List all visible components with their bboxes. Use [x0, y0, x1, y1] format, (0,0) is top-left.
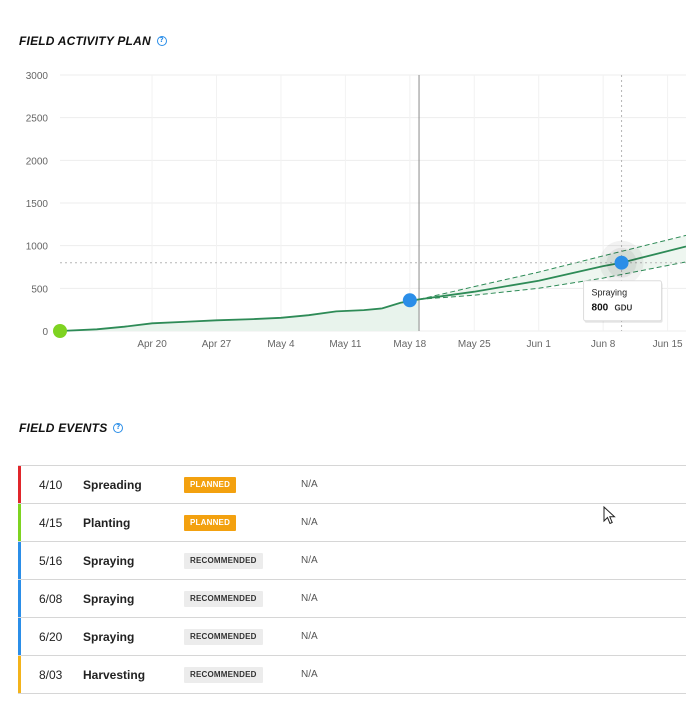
x-tick-label: May 18	[393, 339, 426, 350]
y-tick-label: 1500	[26, 199, 49, 210]
event-date: 4/15	[39, 515, 63, 530]
field-events-title: FIELD EVENTS	[19, 421, 124, 435]
event-date: 6/20	[39, 629, 63, 644]
y-tick-label: 2500	[26, 114, 49, 125]
field-activity-chart: 0 500 1000 1500 2000 2500 3000 Apr 20 Apr 27 May …	[26, 71, 686, 350]
x-tick-label: May 4	[267, 339, 295, 350]
event-date: 5/16	[39, 553, 63, 568]
tooltip-box	[583, 280, 663, 322]
x-tick-label: Jun 1	[526, 339, 551, 350]
event-marker	[402, 293, 417, 308]
y-tick-label: 500	[31, 284, 48, 295]
field-events-title-text: FIELD EVENTS	[19, 421, 108, 435]
event-status-badge: RECOMMENDED	[184, 552, 263, 569]
help-circle-icon[interactable]	[113, 423, 124, 433]
event-row[interactable]: 5/16 Spraying RECOMMENDED N/A	[18, 542, 686, 580]
tooltip-unit: GDU	[615, 304, 633, 313]
event-info: N/A	[301, 669, 318, 680]
event-info: N/A	[301, 593, 318, 604]
event-color-stripe	[18, 618, 21, 655]
event-row[interactable]: 4/15 Planting PLANNED N/A	[18, 504, 686, 542]
event-status-badge: RECOMMENDED	[184, 590, 263, 607]
event-row[interactable]: 8/03 Harvesting RECOMMENDED N/A	[18, 656, 686, 694]
y-tick-label: 2000	[26, 156, 49, 167]
x-tick-label: Jun 15	[653, 339, 683, 350]
y-tick-label: 1000	[26, 242, 49, 253]
event-name: Spraying	[83, 629, 135, 644]
x-tick-label: May 11	[329, 339, 361, 350]
event-row[interactable]: 6/20 Spraying RECOMMENDED N/A	[18, 618, 686, 656]
tooltip-label: Spraying	[592, 288, 628, 298]
chart-tooltip: Spraying 800 GDU	[583, 280, 663, 323]
event-name: Harvesting	[83, 667, 146, 682]
event-status-badge: PLANNED	[184, 476, 237, 493]
event-name: Spraying	[83, 553, 135, 568]
event-name: Spraying	[83, 591, 135, 606]
event-color-stripe	[18, 466, 21, 503]
event-color-stripe	[18, 542, 21, 579]
x-tick-label: Apr 27	[202, 339, 232, 350]
field-activity-plan-title-text: FIELD ACTIVITY PLAN	[19, 34, 151, 48]
field-events-list: 4/10 Spreading PLANNED N/A 4/15 Planting PLANN…	[18, 465, 686, 694]
event-name: Planting	[83, 515, 131, 530]
actual-area	[60, 299, 420, 331]
event-color-stripe	[18, 504, 21, 541]
event-color-stripe	[18, 656, 21, 693]
event-info: N/A	[301, 517, 318, 528]
event-info: N/A	[301, 479, 318, 490]
x-tick-label: Apr 20	[137, 339, 167, 350]
event-status-badge: RECOMMENDED	[184, 628, 263, 645]
event-color-stripe	[18, 580, 21, 617]
x-tick-label: Jun 8	[591, 339, 616, 350]
event-status-badge: PLANNED	[184, 514, 237, 531]
event-date: 4/10	[39, 477, 63, 492]
event-status-badge: RECOMMENDED	[184, 666, 263, 683]
y-tick-label: 0	[42, 327, 48, 338]
event-date: 8/03	[39, 667, 63, 682]
event-marker	[53, 324, 67, 338]
x-tick-label: May 25	[458, 339, 491, 350]
y-tick-label: 3000	[26, 71, 49, 82]
field-activity-plan-title: FIELD ACTIVITY PLAN	[19, 34, 167, 48]
event-row[interactable]: 6/08 Spraying RECOMMENDED N/A	[18, 580, 686, 618]
event-info: N/A	[301, 555, 318, 566]
event-date: 6/08	[39, 591, 63, 606]
mouse-cursor-icon	[603, 506, 616, 525]
help-circle-icon[interactable]	[156, 36, 167, 46]
event-row[interactable]: 4/10 Spreading PLANNED N/A	[18, 466, 686, 504]
event-marker	[614, 255, 629, 270]
tooltip-value: 800	[592, 303, 609, 314]
event-name: Spreading	[83, 477, 142, 492]
event-info: N/A	[301, 631, 318, 642]
